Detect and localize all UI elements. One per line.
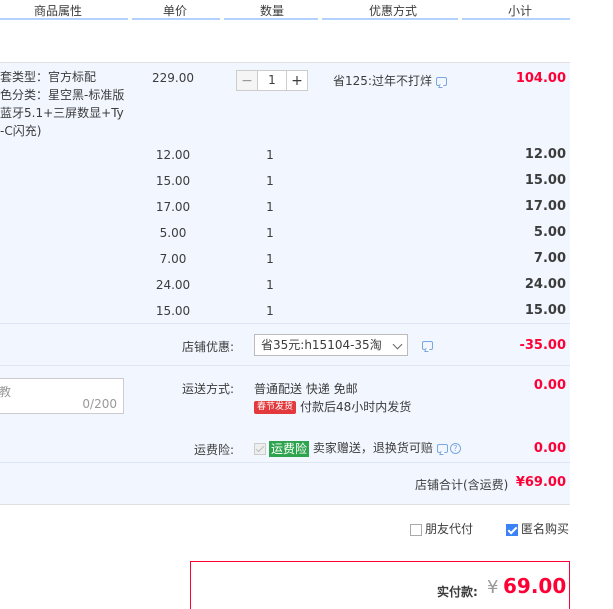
shop-discount-label: 店铺优惠: bbox=[182, 340, 235, 354]
col-promo-header: 优惠方式 bbox=[369, 4, 418, 18]
item-qty: 1 bbox=[266, 226, 274, 240]
anonymous-checkbox[interactable] bbox=[506, 523, 518, 536]
row-divider bbox=[0, 504, 570, 505]
promo-text: 省125:过年不打烊 bbox=[333, 72, 447, 89]
header-divider bbox=[322, 18, 458, 20]
item-subtotal: 104.00 bbox=[515, 71, 566, 86]
product-attributes: 套类型：官方标配 色分类：星空黑-标准版 蓝牙5.1+三屏数显+Ty -C闪充) bbox=[0, 68, 130, 140]
shop-total-label: 店铺合计(含运费) bbox=[415, 478, 509, 492]
row-divider bbox=[0, 365, 570, 366]
shop-total-amount: ¥69.00 bbox=[515, 475, 566, 490]
item-qty: 1 bbox=[266, 148, 274, 162]
chat-icon[interactable] bbox=[436, 444, 448, 453]
message-placeholder: 教 bbox=[0, 385, 12, 399]
insurance-checkbox[interactable] bbox=[254, 442, 266, 455]
unit-price: 229.00 bbox=[152, 71, 194, 85]
payment-currency: ¥ bbox=[487, 577, 499, 598]
insurance-tag: 运费险 bbox=[269, 440, 310, 457]
insurance-amount: 0.00 bbox=[533, 441, 566, 456]
header-divider bbox=[0, 18, 128, 20]
unit-price: 17.00 bbox=[155, 200, 191, 214]
message-counter: 0/200 bbox=[82, 397, 117, 411]
attr-line: 套类型：官方标配 bbox=[0, 70, 97, 84]
shipping-amount: 0.00 bbox=[533, 378, 566, 393]
anonymous-option[interactable]: 匿名购买 bbox=[506, 520, 569, 537]
col-price-header: 单价 bbox=[163, 4, 188, 18]
item-qty: 1 bbox=[266, 200, 274, 214]
col-attr-header: 商品属性 bbox=[34, 4, 83, 18]
item-qty: 1 bbox=[266, 252, 274, 266]
friend-pay-checkbox[interactable] bbox=[410, 523, 422, 536]
payment-amount: 69.00 bbox=[503, 574, 567, 598]
unit-price: 15.00 bbox=[155, 304, 191, 318]
shipping-note: 春节发货 付款后48小时内发货 bbox=[254, 398, 411, 415]
item-qty: 1 bbox=[266, 174, 274, 188]
chat-icon[interactable] bbox=[435, 77, 447, 86]
col-subtotal-header: 小计 bbox=[508, 4, 533, 18]
shipping-method: 普通配送 快递 免邮 bbox=[254, 382, 358, 396]
shipping-note-text: 付款后48小时内发货 bbox=[300, 400, 412, 414]
quantity-stepper[interactable]: − 1 + bbox=[236, 70, 308, 91]
promo-label: 省125:过年不打烊 bbox=[333, 74, 432, 88]
item-qty: 1 bbox=[266, 278, 274, 292]
item-subtotal: 17.00 bbox=[524, 199, 566, 214]
payment-label: 实付款: bbox=[437, 585, 478, 599]
unit-price: 7.00 bbox=[159, 252, 187, 266]
unit-price: 5.00 bbox=[159, 226, 187, 240]
chevron-down-icon bbox=[392, 339, 403, 350]
row-divider bbox=[0, 462, 570, 463]
insurance-label: 运费险: bbox=[194, 443, 235, 457]
header-divider bbox=[462, 18, 570, 20]
shop-discount-select[interactable]: 省35元:h15104-35淘 bbox=[254, 334, 408, 356]
item-subtotal: 15.00 bbox=[524, 303, 566, 318]
attr-line: -C闪充) bbox=[0, 124, 42, 138]
chat-icon[interactable] bbox=[422, 341, 433, 350]
attr-line: 色分类：星空黑-标准版 bbox=[0, 88, 125, 102]
discount-amount: -35.00 bbox=[519, 338, 566, 353]
item-qty: 1 bbox=[266, 304, 274, 318]
help-icon[interactable]: ? bbox=[449, 443, 461, 454]
header-divider bbox=[224, 18, 318, 20]
friend-pay-option[interactable]: 朋友代付 bbox=[410, 520, 473, 537]
increase-button[interactable]: + bbox=[286, 70, 308, 91]
item-subtotal: 7.00 bbox=[533, 251, 566, 266]
shipping-label: 运送方式: bbox=[182, 382, 235, 396]
buyer-message-field[interactable]: 教 0/200 bbox=[0, 378, 124, 414]
insurance-info: 运费险 卖家赠送，退换货可赔? bbox=[254, 439, 461, 457]
header-divider bbox=[132, 18, 220, 20]
item-subtotal: 24.00 bbox=[524, 277, 566, 292]
shop-discount-value: 省35元:h15104-35淘 bbox=[261, 338, 382, 352]
item-subtotal: 15.00 bbox=[524, 173, 566, 188]
item-subtotal: 12.00 bbox=[524, 147, 566, 162]
festival-badge: 春节发货 bbox=[254, 401, 297, 414]
quantity-input[interactable]: 1 bbox=[258, 70, 286, 91]
insurance-desc: 卖家赠送，退换货可赔 bbox=[312, 441, 433, 455]
decrease-button[interactable]: − bbox=[236, 70, 258, 91]
item-subtotal: 5.00 bbox=[533, 225, 566, 240]
unit-price: 12.00 bbox=[155, 148, 191, 162]
row-divider bbox=[0, 323, 570, 324]
col-qty-header: 数量 bbox=[260, 4, 285, 18]
unit-price: 24.00 bbox=[155, 278, 191, 292]
friend-pay-label: 朋友代付 bbox=[425, 522, 474, 536]
order-table-header: 商品属性 单价 数量 优惠方式 小计 bbox=[0, 0, 570, 20]
anonymous-label: 匿名购买 bbox=[521, 522, 570, 536]
unit-price: 15.00 bbox=[155, 174, 191, 188]
attr-line: 蓝牙5.1+三屏数显+Ty bbox=[0, 106, 124, 120]
